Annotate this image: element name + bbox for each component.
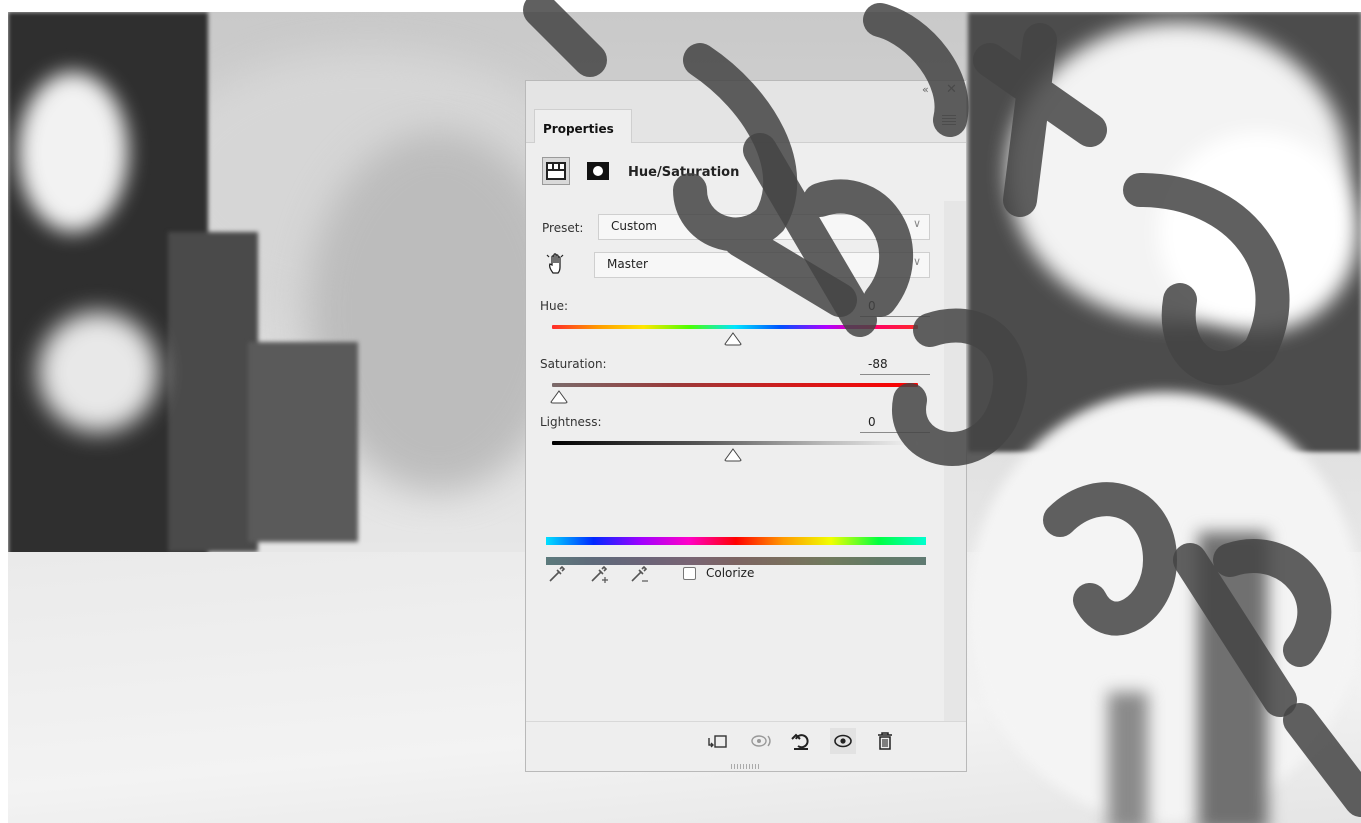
eyedropper-icon[interactable] [546,563,568,585]
hue-slider-track[interactable] [552,325,918,329]
eyedropper-add-icon[interactable] [588,563,610,585]
colorize-checkbox[interactable] [683,567,696,580]
preset-label: Preset: [542,221,584,235]
tab-properties[interactable]: Properties [534,109,632,143]
view-previous-state-icon[interactable] [748,728,774,754]
eyedropper-subtract-icon[interactable] [628,563,650,585]
lightness-label: Lightness: [540,415,602,429]
trash-icon[interactable] [872,728,898,754]
chevron-down-icon: ∨ [912,217,921,230]
hue-label: Hue: [540,299,569,313]
clip-to-layer-icon[interactable] [704,728,730,754]
chevron-down-icon: ∨ [912,255,921,268]
preset-value: Custom [611,219,657,233]
colorize-label: Colorize [706,566,755,580]
eye-icon[interactable] [830,728,856,754]
panel-scrollbar[interactable] [944,201,966,721]
hue-slider-thumb[interactable] [724,332,742,346]
channel-value: Master [607,257,648,271]
lightness-value-field[interactable]: 0 [860,415,930,433]
panel-menu-icon[interactable] [942,115,956,125]
resize-grip[interactable] [731,764,761,769]
hue-saturation-adjustment-icon[interactable] [542,157,570,185]
lightness-slider-thumb[interactable] [724,448,742,462]
hue-value-field[interactable]: 0 [860,299,930,317]
channel-dropdown[interactable]: Master ∨ [594,252,930,278]
saturation-label: Saturation: [540,357,607,371]
saturation-slider-thumb[interactable] [550,390,568,404]
output-spectrum-bar [546,557,926,565]
saturation-slider-track[interactable] [552,383,918,387]
double-chevron-left-icon[interactable]: « [922,84,929,96]
reset-icon[interactable] [788,728,814,754]
lightness-slider-track[interactable] [552,441,918,445]
input-spectrum-bar [546,537,926,545]
panel-titlebar[interactable]: « ✕ [526,81,966,101]
layer-mask-icon[interactable] [584,157,612,185]
targeted-adjustment-hand-icon[interactable] [544,251,570,277]
properties-panel: « ✕ Properties Hue/Saturation Preset: Cu… [525,80,967,772]
tab-strip: Properties [526,101,966,143]
adjustment-title: Hue/Saturation [628,165,740,180]
close-icon[interactable]: ✕ [946,83,957,96]
preset-dropdown[interactable]: Custom ∨ [598,214,930,240]
saturation-value-field[interactable]: -88 [860,357,930,375]
panel-footer [526,721,966,761]
